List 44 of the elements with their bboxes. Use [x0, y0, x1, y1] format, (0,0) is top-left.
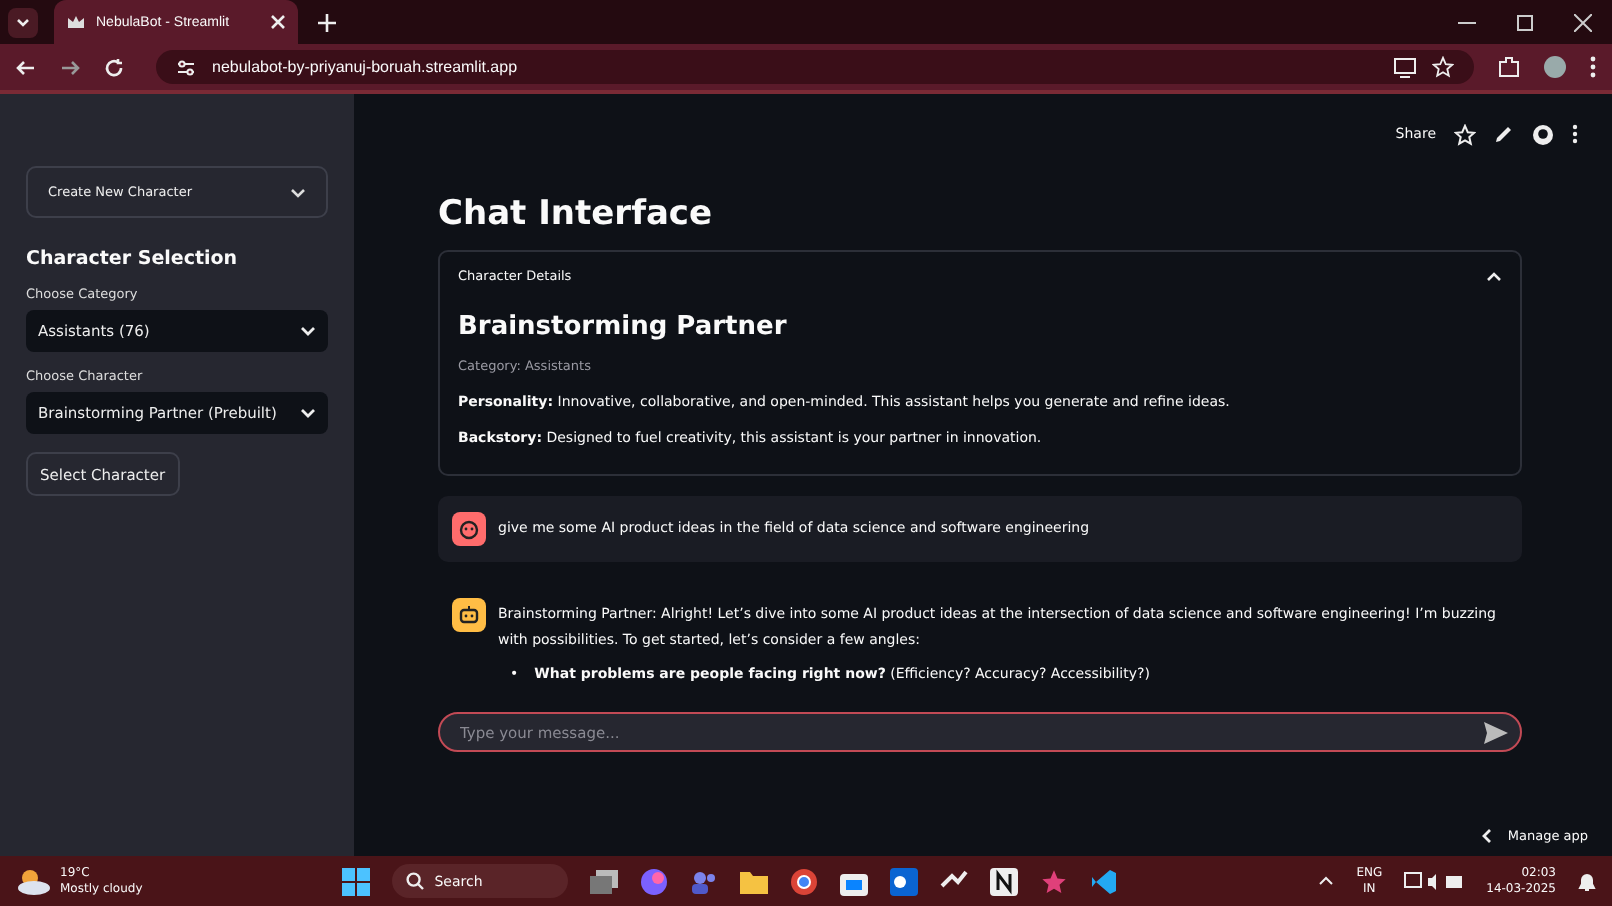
section-heading: Character Selection [26, 248, 240, 270]
site-settings-icon[interactable] [176, 57, 196, 77]
url-text: nebulabot-by-priyanuj-boruah.streamlit.app [212, 58, 518, 76]
bell-icon[interactable] [1578, 871, 1596, 891]
browser-icon[interactable] [790, 867, 819, 895]
cloud-sun-icon [16, 867, 52, 895]
profile-avatar[interactable] [1544, 56, 1566, 78]
chevron-down-icon [16, 17, 30, 27]
close-icon[interactable] [270, 14, 286, 30]
back-icon[interactable] [16, 57, 36, 77]
tab-list-button[interactable] [8, 7, 38, 37]
people-icon[interactable] [690, 867, 719, 895]
windows-logo-icon[interactable] [342, 867, 371, 895]
robot-avatar-icon [452, 598, 486, 632]
install-app-icon[interactable] [1394, 57, 1416, 77]
chevron-left-icon [1479, 828, 1492, 844]
chevron-down-icon [300, 408, 316, 418]
extensions-icon[interactable] [1498, 56, 1520, 78]
chevron-down-icon [300, 326, 316, 336]
new-tab-icon[interactable] [318, 13, 336, 31]
pencil-icon[interactable] [1494, 124, 1514, 144]
task-view-icon[interactable] [590, 869, 619, 893]
user-avatar-icon [452, 512, 486, 546]
search-icon [406, 872, 425, 890]
forward-icon[interactable] [60, 57, 80, 77]
character-name: Brainstorming Partner [458, 312, 789, 342]
send-icon[interactable] [1484, 721, 1508, 743]
address-bar[interactable]: nebulabot-by-priyanuj-boruah.streamlit.app [156, 50, 1474, 84]
colorful-app-icon[interactable] [640, 867, 669, 895]
more-icon[interactable] [1590, 56, 1596, 78]
close-window-icon[interactable] [1574, 13, 1592, 31]
star-app-icon[interactable] [1040, 867, 1069, 895]
more-icon[interactable] [1572, 124, 1578, 144]
chevron-down-icon [290, 187, 306, 197]
folder-icon[interactable] [740, 869, 769, 893]
crown-icon [66, 12, 86, 32]
chevron-up-icon[interactable] [1318, 876, 1335, 886]
star-icon[interactable] [1454, 123, 1476, 145]
page-title: Chat Interface [438, 194, 715, 234]
system-tray-icons[interactable] [1404, 871, 1465, 891]
reload-icon[interactable] [104, 57, 124, 77]
bookmark-star-icon[interactable] [1432, 56, 1454, 78]
notes-app-icon[interactable] [990, 867, 1019, 895]
restore-icon[interactable] [1516, 13, 1534, 31]
